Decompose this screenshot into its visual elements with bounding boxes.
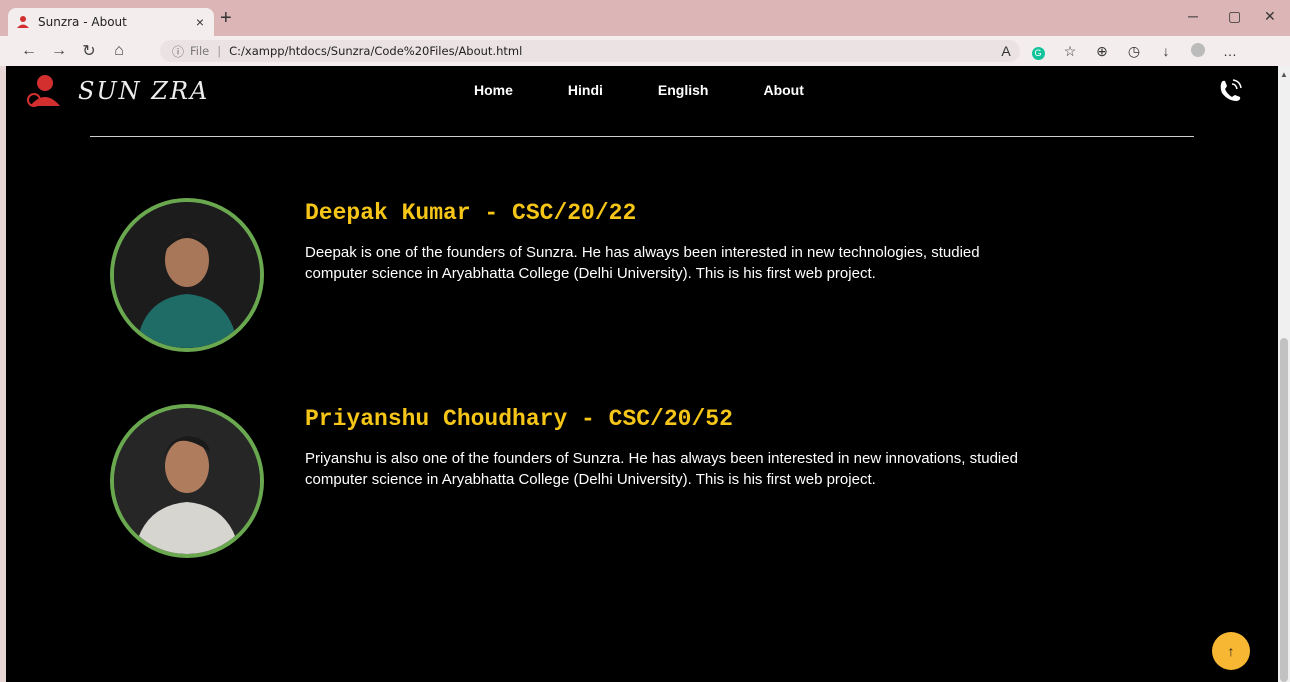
member-photo: [114, 202, 260, 348]
sunzra-logo-icon: [27, 75, 60, 107]
site-menu: Home Hindi English About: [474, 82, 859, 98]
restore-icon[interactable]: ▢: [1228, 8, 1241, 25]
address-bar[interactable]: ⓘ File | C:/xampp/htdocs/Sunzra/Code%20F…: [160, 40, 1020, 62]
scroll-up-icon[interactable]: ▲: [1280, 70, 1288, 79]
header-divider: [90, 136, 1194, 137]
nav-english[interactable]: English: [658, 82, 709, 98]
browser-titlebar: Sunzra - About × + ─ ▢ ✕: [0, 0, 1290, 36]
forward-icon[interactable]: →: [44, 42, 74, 60]
home-icon[interactable]: ⌂: [104, 42, 134, 60]
sunzra-favicon-icon: [17, 16, 29, 28]
logo-text: SUN ZRA: [78, 77, 210, 105]
page-scrollbar[interactable]: ▲: [1278, 66, 1290, 682]
grammarly-icon[interactable]: G: [1022, 43, 1054, 60]
site-logo[interactable]: SUN ZRA: [26, 74, 209, 108]
read-aloud-icon[interactable]: A: [990, 43, 1022, 59]
info-icon[interactable]: ⓘ: [172, 43, 184, 60]
profile-icon[interactable]: [1182, 42, 1214, 60]
back-icon[interactable]: ←: [14, 42, 44, 60]
nav-hindi[interactable]: Hindi: [568, 82, 603, 98]
refresh-icon[interactable]: ↻: [74, 41, 104, 61]
page-viewport: SUN ZRA Home Hindi English About Deepak …: [6, 66, 1278, 682]
nav-about[interactable]: About: [763, 82, 803, 98]
member-name: Priyanshu Choudhary - CSC/20/52: [305, 406, 733, 432]
member-avatar: [110, 404, 264, 558]
downloads-icon[interactable]: ↓: [1150, 43, 1182, 59]
browser-toolbar-right: A G ☆ ⊕ ◷ ↓ …: [990, 40, 1246, 62]
browser-navbar: ← → ↻ ⌂ ⓘ File | C:/xampp/htdocs/Sunzra/…: [0, 36, 1290, 66]
phone-icon[interactable]: [1216, 76, 1246, 106]
member-photo: [114, 408, 260, 554]
member-description: Priyanshu is also one of the founders of…: [305, 450, 1018, 488]
scrollbar-thumb[interactable]: [1280, 338, 1288, 682]
minimize-icon[interactable]: ─: [1188, 8, 1198, 24]
member-name: Deepak Kumar - CSC/20/22: [305, 200, 637, 226]
tab-close-icon[interactable]: ×: [196, 14, 204, 30]
history-icon[interactable]: ◷: [1118, 43, 1150, 60]
member-description: Deepak is one of the founders of Sunzra.…: [305, 244, 980, 282]
url-scheme: File: [190, 44, 210, 58]
member-avatar: [110, 198, 264, 352]
url-path[interactable]: C:/xampp/htdocs/Sunzra/Code%20Files/Abou…: [229, 44, 522, 58]
favorites-icon[interactable]: ☆: [1054, 43, 1086, 60]
scroll-to-top-button[interactable]: ↑: [1212, 632, 1250, 670]
collections-icon[interactable]: ⊕: [1086, 43, 1118, 60]
window-close-icon[interactable]: ✕: [1264, 8, 1276, 25]
tab-title: Sunzra - About: [38, 15, 127, 29]
browser-tab[interactable]: Sunzra - About ×: [8, 8, 214, 36]
new-tab-icon[interactable]: +: [220, 7, 232, 30]
more-options-icon[interactable]: …: [1214, 43, 1246, 59]
nav-home[interactable]: Home: [474, 82, 513, 98]
url-separator: |: [217, 44, 222, 58]
